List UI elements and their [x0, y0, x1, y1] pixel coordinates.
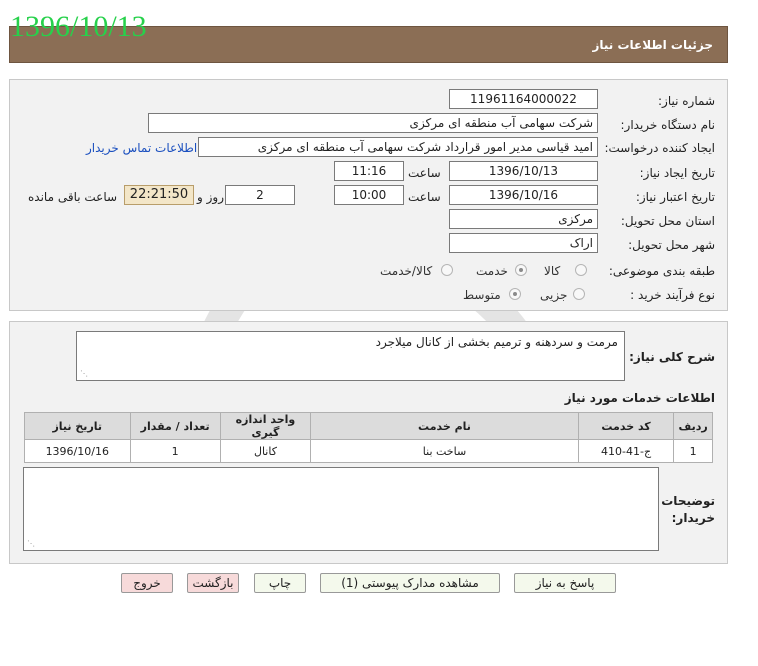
buyer-notes-textarea[interactable]: ⋰: [23, 467, 659, 551]
table-row: 1 ج-41-410 ساخت بنا کانال 1 1396/10/16: [24, 439, 713, 463]
category-radio-service[interactable]: [515, 264, 527, 276]
buyer-notes-label-line1: توضیحات: [661, 494, 715, 508]
process-option-minor: جزیی: [540, 288, 568, 302]
days-label: روز و: [197, 190, 224, 204]
requester-field[interactable]: امید قیاسی مدیر امور قرارداد شرکت سهامی …: [198, 137, 598, 157]
description-text: مرمت و سردهنه و ترمیم بخشی از کانال میلا…: [375, 335, 618, 349]
col-unit: واحد اندازه گیری: [219, 412, 312, 440]
remaining-time-label: ساعت باقی مانده: [28, 190, 118, 204]
process-radio-minor[interactable]: [573, 288, 585, 300]
city-field[interactable]: اراک: [449, 233, 598, 253]
cell-row: 1: [673, 439, 713, 463]
description-textarea[interactable]: مرمت و سردهنه و ترمیم بخشی از کانال میلا…: [76, 331, 625, 381]
page-title: جزئیات اطلاعات نیاز: [592, 38, 713, 52]
province-field[interactable]: مرکزی: [449, 209, 598, 229]
need-number-field[interactable]: 11961164000022: [449, 89, 598, 109]
need-number-label: شماره نیاز:: [658, 94, 715, 108]
col-code: کد خدمت: [577, 412, 675, 440]
cell-quantity: 1: [129, 439, 221, 463]
exit-button[interactable]: خروج: [121, 573, 173, 593]
cell-name: ساخت بنا: [310, 439, 579, 463]
buyer-org-field[interactable]: شرکت سهامی آب منطقه ای مرکزی: [148, 113, 598, 133]
create-time-label: ساعت: [408, 166, 441, 180]
reply-button[interactable]: پاسخ به نیاز: [514, 573, 616, 593]
print-button[interactable]: چاپ: [254, 573, 306, 593]
back-button[interactable]: بازگشت: [187, 573, 239, 593]
category-radio-goods-service[interactable]: [441, 264, 453, 276]
create-date-field[interactable]: 1396/10/13: [449, 161, 598, 181]
days-remaining-field[interactable]: 2: [225, 185, 295, 205]
remaining-time-display: 22:21:50: [124, 185, 194, 205]
validity-date-field[interactable]: 1396/10/16: [449, 185, 598, 205]
services-table: ردیف کد خدمت نام خدمت واحد اندازه گیری ت…: [24, 412, 713, 463]
process-option-medium: متوسط: [463, 288, 501, 302]
services-title: اطلاعات خدمات مورد نیاز: [564, 391, 715, 405]
col-need-date: تاریخ نیاز: [24, 412, 131, 440]
col-name: نام خدمت: [310, 412, 579, 440]
buyer-notes-label-line2: خریدار:: [671, 511, 715, 525]
validity-time-field[interactable]: 10:00: [334, 185, 404, 205]
create-date-label: تاریخ ایجاد نیاز:: [639, 166, 715, 180]
process-radio-medium[interactable]: [509, 288, 521, 300]
validity-date-label: تاریخ اعتبار نیاز:: [635, 190, 715, 204]
category-option-service: خدمت: [476, 264, 508, 278]
description-label: شرح کلی نیاز:: [629, 350, 715, 364]
category-label: طبقه بندی موضوعی:: [608, 264, 715, 278]
overlay-date: 1396/10/13: [10, 10, 147, 43]
category-radio-goods[interactable]: [575, 264, 587, 276]
col-quantity: تعداد / مقدار: [129, 412, 221, 440]
city-label: شهر محل تحویل:: [628, 238, 715, 252]
col-row: ردیف: [673, 412, 713, 440]
cell-unit: کانال: [219, 439, 312, 463]
cell-code: ج-41-410: [577, 439, 675, 463]
buyer-contact-link[interactable]: اطلاعات تماس خریدار: [86, 141, 197, 155]
requester-label: ایجاد کننده درخواست:: [604, 141, 715, 155]
cell-need-date: 1396/10/16: [24, 439, 131, 463]
view-attachments-button[interactable]: مشاهده مدارک پیوستی (1): [320, 573, 500, 593]
buyer-org-label: نام دستگاه خریدار:: [620, 118, 716, 132]
category-option-goods-service: کالا/خدمت: [380, 264, 433, 278]
category-option-goods: کالا: [544, 264, 561, 278]
create-time-field[interactable]: 11:16: [334, 161, 404, 181]
resize-grip-icon[interactable]: ⋰: [27, 539, 35, 548]
province-label: استان محل تحویل:: [620, 214, 715, 228]
process-label: نوع فرآیند خرید :: [630, 288, 715, 302]
resize-grip-icon[interactable]: ⋰: [80, 369, 88, 378]
validity-time-label: ساعت: [408, 190, 441, 204]
